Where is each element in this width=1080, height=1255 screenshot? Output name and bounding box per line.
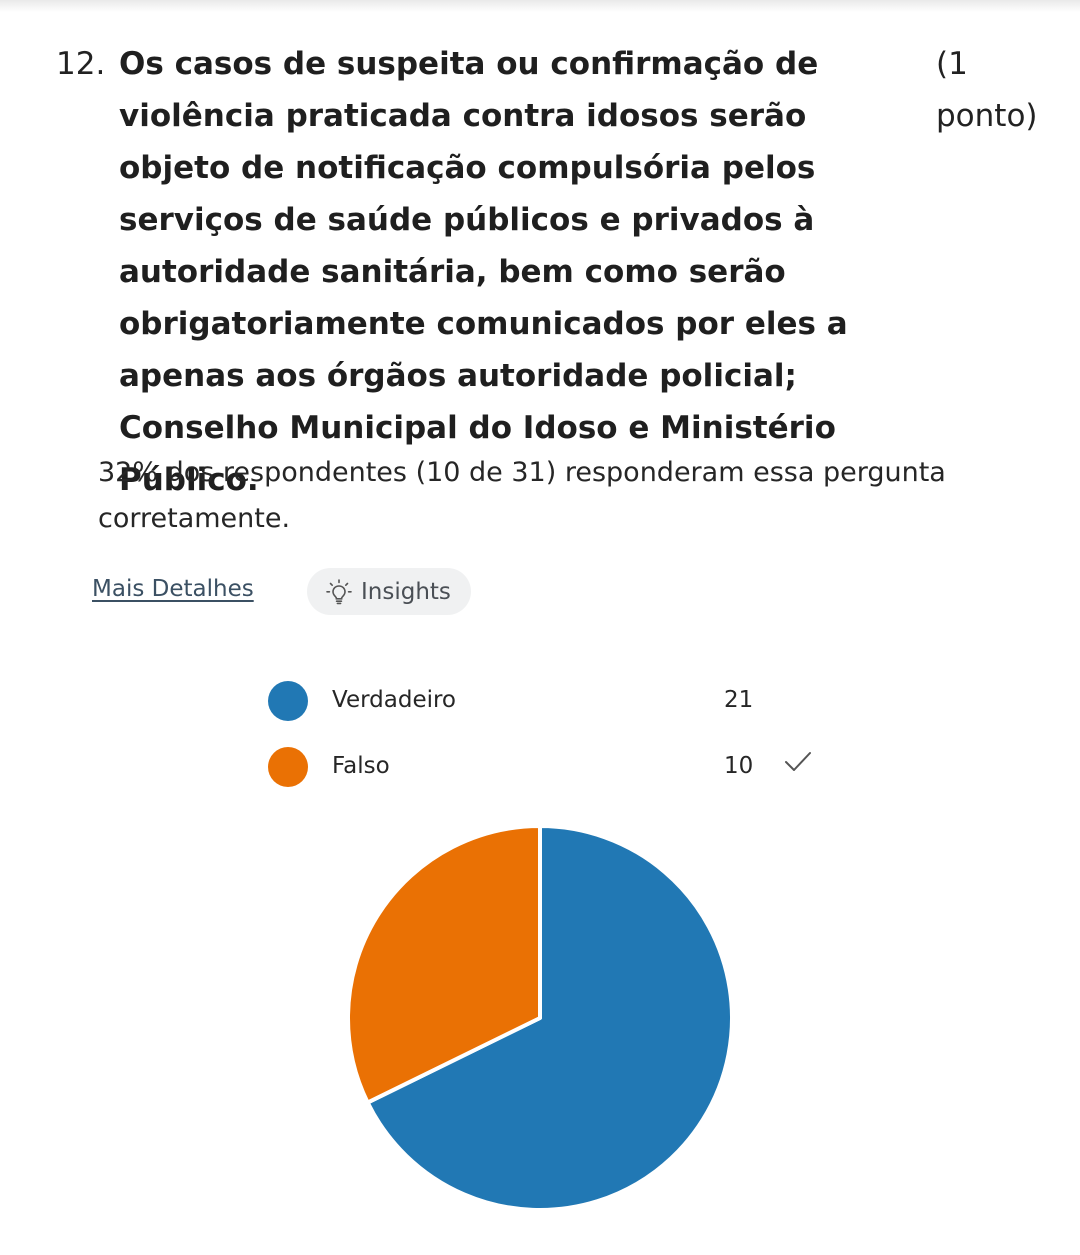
- lightbulb-icon: [325, 578, 353, 606]
- more-details-link[interactable]: Mais Detalhes: [92, 576, 254, 602]
- legend-count-falso: 10: [724, 753, 754, 779]
- pie-chart: [346, 824, 734, 1212]
- question-points: (1 ponto): [936, 46, 1038, 134]
- legend-swatch-verdadeiro: [268, 681, 308, 721]
- legend-label-verdadeiro: Verdadeiro: [332, 687, 457, 713]
- top-shadow: [0, 0, 1080, 12]
- legend-count-verdadeiro: 21: [724, 687, 754, 713]
- legend-swatch-falso: [268, 747, 308, 787]
- insights-label: Insights: [361, 578, 451, 605]
- legend-item-falso: Falso 10: [268, 747, 828, 791]
- insights-button[interactable]: Insights: [307, 568, 471, 615]
- question-text: Os casos de suspeita ou confirmação de v…: [119, 46, 848, 498]
- question-number: 12.: [56, 46, 106, 82]
- legend-label-falso: Falso: [332, 753, 390, 779]
- checkmark-icon: [783, 749, 813, 779]
- response-summary: 32% dos respondentes (10 de 31) responde…: [98, 457, 946, 534]
- legend-item-verdadeiro: Verdadeiro 21: [268, 681, 828, 725]
